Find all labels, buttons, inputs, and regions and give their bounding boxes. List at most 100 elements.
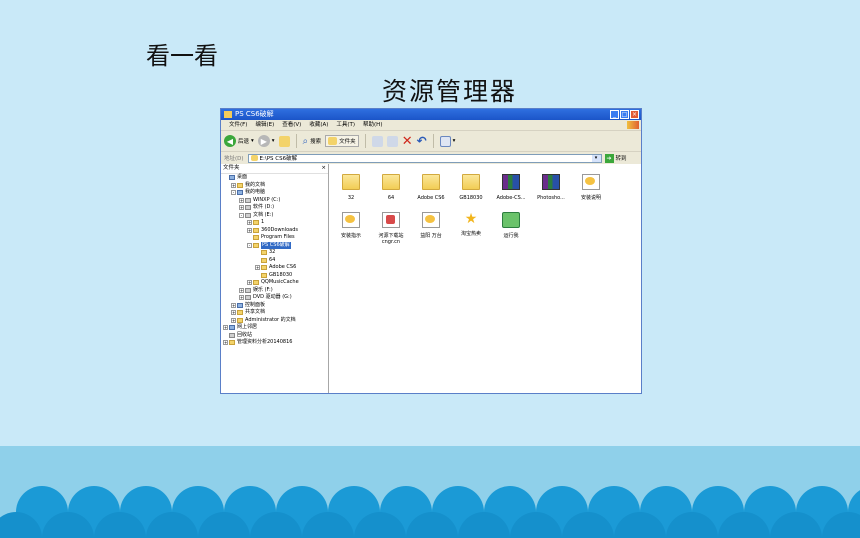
- tree-item[interactable]: + 娱乐 (F:): [221, 287, 328, 295]
- expand-icon[interactable]: +: [231, 317, 236, 323]
- collapse-icon[interactable]: -: [231, 190, 236, 196]
- file-item[interactable]: 河源下载站 cngr.cn: [371, 212, 411, 245]
- file-item[interactable]: Adobe-CS...: [491, 174, 531, 201]
- doc-icon: [422, 212, 440, 228]
- tree-item[interactable]: + 我的文档: [221, 182, 328, 190]
- minimize-button[interactable]: _: [610, 110, 619, 119]
- menu-view[interactable]: 查看(V): [282, 120, 301, 130]
- expand-icon[interactable]: +: [255, 265, 260, 271]
- expand-icon[interactable]: +: [231, 302, 236, 308]
- move-to-button[interactable]: [371, 135, 383, 147]
- file-item[interactable]: ★ 淘宝热卖: [451, 212, 491, 237]
- back-button[interactable]: ◀ 后退 ▾: [224, 135, 254, 147]
- expand-icon[interactable]: +: [223, 325, 228, 331]
- folder-icon: [422, 174, 440, 190]
- tree-item[interactable]: +1: [221, 219, 328, 227]
- menu-edit[interactable]: 编辑(E): [255, 120, 274, 130]
- tree-item[interactable]: 回收站: [221, 332, 328, 340]
- pen-icon: [382, 212, 400, 228]
- file-item[interactable]: 安装指示: [331, 212, 371, 239]
- tree-item[interactable]: GB18030: [221, 272, 328, 280]
- app-icon: [502, 212, 520, 228]
- tree-item[interactable]: + 网上邻居: [221, 324, 328, 332]
- folders-button[interactable]: 文件夹: [325, 135, 359, 147]
- file-item[interactable]: Adobe CS6: [411, 174, 451, 201]
- close-pane-button[interactable]: ×: [321, 164, 326, 173]
- file-name: 安装指示: [340, 233, 361, 239]
- tree-item[interactable]: + 共享文档: [221, 309, 328, 317]
- file-item[interactable]: 益阳 万台: [411, 212, 451, 239]
- tree-item[interactable]: + 软件 (D:): [221, 204, 328, 212]
- file-item[interactable]: 64: [371, 174, 411, 201]
- tree-item[interactable]: + 控制面板: [221, 302, 328, 310]
- go-arrow-icon: ➔: [604, 153, 614, 163]
- up-button[interactable]: [278, 135, 290, 147]
- tree-item[interactable]: +360Downloads: [221, 227, 328, 235]
- tree-item[interactable]: - 我的电脑: [221, 189, 328, 197]
- file-name: 淘宝热卖: [460, 231, 481, 237]
- chevron-down-icon[interactable]: ▾: [591, 154, 601, 162]
- expand-icon[interactable]: +: [239, 197, 244, 203]
- undo-button[interactable]: ↶: [417, 134, 427, 148]
- tree-item-label: GB18030: [269, 271, 293, 278]
- file-item[interactable]: 运行我: [491, 212, 531, 239]
- tree-item-label: 控制面板: [245, 301, 266, 308]
- file-name: 安装说明: [580, 195, 601, 201]
- address-input[interactable]: E:\PS CS6破解 ▾: [247, 153, 602, 163]
- go-button[interactable]: ➔ 转到: [604, 153, 627, 163]
- close-button[interactable]: ×: [630, 110, 639, 119]
- expand-icon[interactable]: +: [239, 287, 244, 293]
- tree-item[interactable]: - PS CS6破解: [221, 241, 328, 249]
- tree-item[interactable]: + Adobe CS6: [221, 264, 328, 272]
- file-item[interactable]: GB18030: [451, 174, 491, 201]
- delete-button[interactable]: ✕: [402, 134, 413, 149]
- folder-icon: [261, 257, 267, 263]
- menu-tools[interactable]: 工具(T): [336, 120, 355, 130]
- expand-icon[interactable]: +: [223, 340, 228, 346]
- tree-item[interactable]: + 管理资料分析20140816: [221, 339, 328, 347]
- forward-button[interactable]: ▶ ▾: [257, 135, 275, 147]
- expand-icon[interactable]: +: [247, 220, 252, 226]
- address-label: 地址(D): [224, 156, 244, 162]
- expand-icon[interactable]: +: [239, 205, 244, 211]
- title-bar[interactable]: PS CS6破解 _ □ ×: [221, 109, 641, 120]
- expand-icon[interactable]: +: [231, 310, 236, 316]
- views-icon: [439, 135, 451, 147]
- collapse-icon[interactable]: -: [239, 212, 244, 218]
- doc-icon: [582, 174, 600, 190]
- file-item[interactable]: 32: [331, 174, 371, 201]
- toolbar-separator: [432, 134, 434, 148]
- expand-icon[interactable]: +: [247, 227, 252, 233]
- tree-item[interactable]: - 文档 (E:): [221, 212, 328, 220]
- tree-item[interactable]: Program Files: [221, 234, 328, 242]
- expand-icon[interactable]: +: [247, 280, 252, 286]
- tree-item[interactable]: 桌面: [221, 174, 328, 182]
- expand-icon[interactable]: +: [239, 295, 244, 301]
- chevron-down-icon: ▾: [271, 138, 275, 144]
- chevron-down-icon: ▾: [452, 138, 456, 144]
- maximize-button[interactable]: □: [620, 110, 629, 119]
- tree-item[interactable]: + Administrator 的文档: [221, 317, 328, 325]
- menu-favorites[interactable]: 收藏(A): [309, 120, 328, 130]
- expand-icon[interactable]: +: [231, 182, 236, 188]
- tree-item[interactable]: + WINXP (C:): [221, 197, 328, 205]
- file-item[interactable]: 安装说明: [571, 174, 611, 201]
- copy-to-button[interactable]: [386, 135, 398, 147]
- collapse-icon[interactable]: -: [247, 242, 252, 248]
- tree-item-label: 64: [269, 256, 276, 263]
- views-button[interactable]: ▾: [439, 135, 456, 147]
- tree-item-label: PS CS6破解: [261, 241, 291, 249]
- tree-item[interactable]: 64: [221, 257, 328, 265]
- copy-to-icon: [386, 135, 398, 147]
- folder-icon: [261, 272, 267, 278]
- menu-file[interactable]: 文件(F): [229, 120, 247, 130]
- file-item[interactable]: Photosho...: [531, 174, 571, 201]
- pc-icon: [237, 190, 243, 196]
- address-value: E:\PS CS6破解: [259, 156, 298, 162]
- tree-item[interactable]: + DVD 驱动器 (G:): [221, 294, 328, 302]
- search-button[interactable]: ⌕ 搜索: [303, 136, 322, 147]
- tree-item[interactable]: + QQMusicCache: [221, 279, 328, 287]
- tree-item[interactable]: 32: [221, 249, 328, 257]
- menu-help[interactable]: 帮助(H): [363, 120, 382, 130]
- folder-up-icon: [278, 135, 290, 147]
